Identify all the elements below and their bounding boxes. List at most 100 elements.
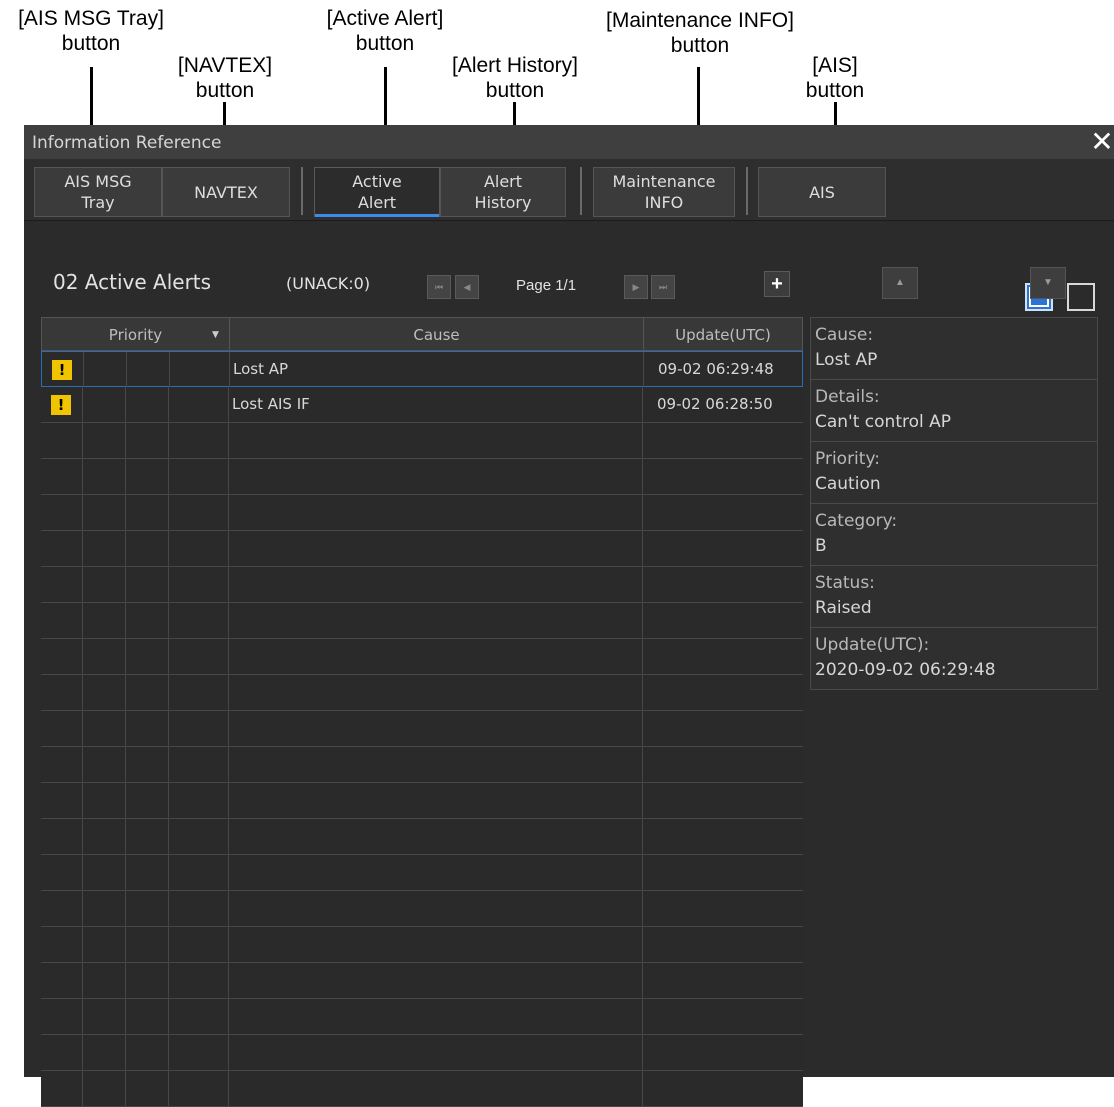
cause-cell (229, 711, 643, 746)
update-cell (643, 567, 803, 602)
table-row[interactable] (41, 783, 803, 819)
table-row[interactable]: ! Lost AP 09-02 06:29:48 (41, 351, 803, 387)
cause-cell (229, 927, 643, 962)
status-cell (83, 855, 126, 890)
status-cell (169, 999, 229, 1034)
detail-field: Priority: Caution (810, 441, 1098, 503)
last-page-button[interactable]: ⏭ (651, 275, 675, 299)
status-cell (169, 603, 229, 638)
status-cell (169, 459, 229, 494)
status-cell (83, 999, 126, 1034)
table-row[interactable] (41, 711, 803, 747)
detail-value: Raised (815, 598, 872, 618)
update-cell (643, 819, 803, 854)
priority-column-header[interactable]: Priority ▼ (42, 318, 230, 352)
priority-cell (41, 927, 83, 962)
status-cell (126, 927, 169, 962)
status-cell (126, 567, 169, 602)
cause-column-header[interactable]: Cause (230, 318, 644, 352)
add-button[interactable]: + (764, 271, 790, 297)
detail-value: 2020-09-02 06:29:48 (815, 660, 996, 680)
table-row[interactable] (41, 855, 803, 891)
table-row[interactable]: ! Lost AIS IF 09-02 06:28:50 (41, 387, 803, 423)
alert-history-button[interactable]: Alert History (440, 167, 566, 217)
update-cell: 09-02 06:29:48 (658, 360, 774, 378)
status-cell (169, 891, 229, 926)
update-cell (643, 927, 803, 962)
cause-cell (229, 747, 643, 782)
status-cell (169, 423, 229, 458)
update-cell (643, 531, 803, 566)
status-cell (126, 387, 169, 422)
update-cell (643, 603, 803, 638)
next-page-button[interactable]: ▶ (624, 275, 648, 299)
status-cell (83, 711, 126, 746)
ais-msg-tray-button[interactable]: AIS MSG Tray (34, 167, 162, 217)
cause-cell: Lost AP (230, 352, 644, 387)
first-page-button[interactable]: ⏮ (427, 275, 451, 299)
active-alert-button[interactable]: Active Alert (314, 167, 440, 217)
table-row[interactable] (41, 891, 803, 927)
update-cell (643, 855, 803, 890)
scroll-up-icon: ▲ (895, 277, 905, 288)
callout-navtex: [NAVTEX] button (150, 53, 300, 103)
update-cell (643, 423, 803, 458)
table-row[interactable] (41, 495, 803, 531)
ais-button[interactable]: AIS (758, 167, 886, 217)
table-row[interactable] (41, 747, 803, 783)
detail-value: Can't control AP (815, 412, 952, 432)
table-row[interactable] (41, 963, 803, 999)
update-cell: 09-02 06:28:50 (657, 395, 773, 413)
callout-ais: [AIS] button (770, 53, 900, 103)
status-cell (126, 747, 169, 782)
callout-alert-history-line1: [Alert History] (451, 54, 579, 77)
table-row[interactable] (41, 819, 803, 855)
priority-cell (41, 855, 83, 890)
toolbar-divider (301, 167, 303, 215)
status-cell (83, 603, 126, 638)
table-row[interactable] (41, 999, 803, 1035)
table-row[interactable] (41, 567, 803, 603)
table-row[interactable] (41, 1035, 803, 1071)
callout-ais-line2: button (805, 79, 865, 102)
update-cell (643, 639, 803, 674)
cause-cell (229, 999, 643, 1034)
callout-ais-msg-tray: [AIS MSG Tray] button (6, 6, 176, 56)
scroll-down-button[interactable]: ▼ (1030, 267, 1066, 299)
caution-icon: ! (51, 395, 71, 415)
update-cell (643, 963, 803, 998)
status-cell (169, 747, 229, 782)
status-cell (126, 639, 169, 674)
navtex-button[interactable]: NAVTEX (162, 167, 290, 217)
update-cell (643, 1071, 803, 1106)
close-button[interactable]: ✕ (1090, 128, 1114, 156)
status-cell (83, 891, 126, 926)
table-row[interactable] (41, 459, 803, 495)
detail-field: Category: B (810, 503, 1098, 565)
status-cell (169, 495, 229, 530)
table-row[interactable] (41, 927, 803, 963)
table-row[interactable] (41, 603, 803, 639)
table-row[interactable] (41, 1071, 803, 1107)
table-row[interactable] (41, 423, 803, 459)
status-cell (169, 567, 229, 602)
maintenance-info-button[interactable]: Maintenance INFO (593, 167, 735, 217)
status-cell (126, 495, 169, 530)
callout-ais-line1: [AIS] (812, 54, 858, 77)
update-cell (643, 711, 803, 746)
status-cell (126, 1035, 169, 1070)
status-cell (170, 352, 230, 387)
previous-page-button[interactable]: ◀ (455, 275, 479, 299)
table-row[interactable] (41, 675, 803, 711)
status-cell (169, 711, 229, 746)
scroll-up-button[interactable]: ▲ (882, 267, 918, 299)
priority-cell (41, 1071, 83, 1106)
table-row[interactable] (41, 639, 803, 675)
status-cell (126, 999, 169, 1034)
priority-cell: ! (42, 352, 84, 387)
priority-header-label: Priority (108, 326, 163, 344)
table-row[interactable] (41, 531, 803, 567)
full-layout-button[interactable] (1067, 283, 1095, 311)
alerts-title: 02 Active Alerts (53, 270, 212, 294)
update-column-header[interactable]: Update(UTC) (644, 318, 802, 352)
